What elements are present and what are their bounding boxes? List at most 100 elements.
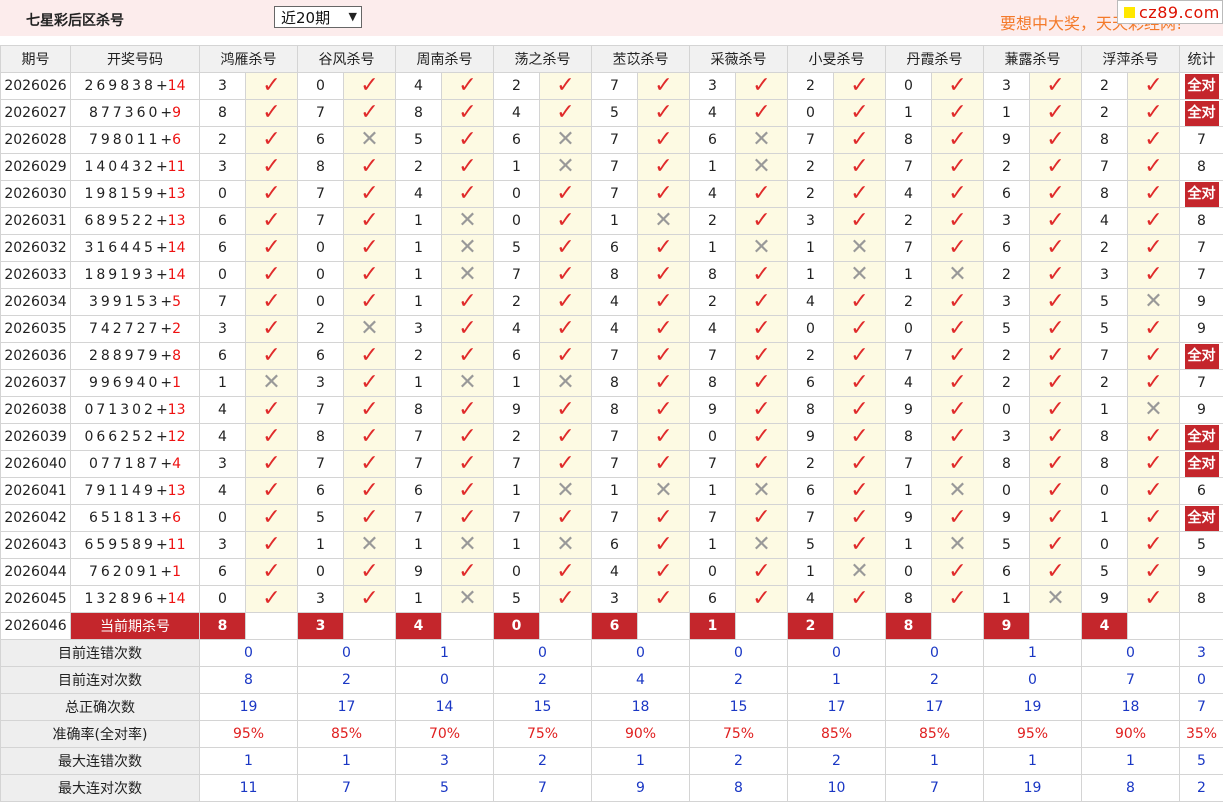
stats-value: 0 bbox=[1081, 639, 1180, 667]
cross-icon: ✕ bbox=[360, 316, 379, 341]
draw-plus-sign: + bbox=[155, 186, 168, 202]
check-icon: ✓ bbox=[654, 154, 673, 179]
result-cell: ✕ bbox=[637, 477, 690, 505]
draw-front-digits: 877360 bbox=[88, 105, 161, 121]
stat-cell: 9 bbox=[1179, 315, 1223, 343]
kill-number-cell: 2 bbox=[493, 72, 540, 100]
draw-number-cell: 132896+14 bbox=[70, 585, 200, 613]
badge-square-icon bbox=[1124, 6, 1135, 18]
kill-number-cell: 9 bbox=[787, 423, 834, 451]
check-icon: ✓ bbox=[850, 73, 869, 98]
draw-number-cell: 689522+13 bbox=[70, 207, 200, 235]
period-select[interactable]: 近20期 ▼ bbox=[274, 6, 362, 28]
result-cell: ✓ bbox=[441, 450, 494, 478]
check-icon: ✓ bbox=[752, 289, 771, 314]
kill-number-cell: 1 bbox=[395, 288, 442, 316]
kill-number-cell: 2 bbox=[689, 207, 736, 235]
cross-icon: ✕ bbox=[556, 532, 575, 557]
draw-back-number: 8 bbox=[172, 348, 182, 364]
col-header-expert[interactable]: 鸿雁杀号 bbox=[199, 45, 298, 73]
col-header-expert[interactable]: 蒹露杀号 bbox=[983, 45, 1082, 73]
col-header-expert[interactable]: 荡之杀号 bbox=[493, 45, 592, 73]
kill-number-cell: 1 bbox=[395, 585, 442, 613]
result-cell: ✓ bbox=[441, 396, 494, 424]
kill-number-cell: 6 bbox=[983, 180, 1030, 208]
stats-value: 17 bbox=[297, 693, 396, 721]
kill-number-cell: 6 bbox=[199, 342, 246, 370]
table-row: 2026043 659589+11 3 ✓ 1 ✕ 1 ✕ 1 ✕ 6 ✓ 1 ✕ 5 ✓ 1 ✕ 5 ✓ 0 ✓ 5 bbox=[0, 531, 1223, 559]
col-header-expert[interactable]: 采薇杀号 bbox=[689, 45, 788, 73]
stats-row: 总正确次数 19 17 14 15 18 15 17 17 19 18 7 bbox=[0, 693, 1223, 721]
col-header-expert[interactable]: 谷风杀号 bbox=[297, 45, 396, 73]
result-cell: ✓ bbox=[735, 369, 788, 397]
site-badge[interactable]: cz89.com bbox=[1117, 0, 1223, 24]
table-row: 2026044 762091+1 6 ✓ 0 ✓ 9 ✓ 0 ✓ 4 ✓ 0 ✓ 1 ✕ 0 ✓ 6 ✓ 5 ✓ 9 bbox=[0, 558, 1223, 586]
current-kill-cell: 8 bbox=[885, 612, 932, 640]
check-icon: ✓ bbox=[948, 451, 967, 476]
col-header-expert[interactable]: 丹霞杀号 bbox=[885, 45, 984, 73]
result-cell: ✓ bbox=[833, 342, 886, 370]
result-cell: ✓ bbox=[539, 234, 592, 262]
check-icon: ✓ bbox=[1144, 451, 1163, 476]
result-cell: ✕ bbox=[539, 531, 592, 559]
result-cell: ✓ bbox=[245, 288, 298, 316]
result-cell: ✕ bbox=[1127, 288, 1180, 316]
check-icon: ✓ bbox=[1144, 532, 1163, 557]
cross-icon: ✕ bbox=[654, 478, 673, 503]
check-icon: ✓ bbox=[360, 262, 379, 287]
col-header-expert[interactable]: 周南杀号 bbox=[395, 45, 494, 73]
draw-front-digits: 189193 bbox=[84, 267, 156, 283]
col-header-expert[interactable]: 苤苡杀号 bbox=[591, 45, 690, 73]
check-icon: ✓ bbox=[948, 289, 967, 314]
stats-total: 35% bbox=[1179, 720, 1223, 748]
kill-number-cell: 4 bbox=[395, 72, 442, 100]
stats-value: 95% bbox=[199, 720, 298, 748]
result-cell: ✕ bbox=[931, 531, 984, 559]
stat-cell: 全对 bbox=[1179, 342, 1223, 370]
check-icon: ✓ bbox=[850, 478, 869, 503]
result-cell: ✕ bbox=[441, 585, 494, 613]
col-header-draw: 开奖号码 bbox=[70, 45, 200, 73]
check-icon: ✓ bbox=[1144, 73, 1163, 98]
cross-icon: ✕ bbox=[556, 127, 575, 152]
kill-number-cell: 3 bbox=[199, 531, 246, 559]
period-cell: 2026026 bbox=[0, 72, 71, 100]
draw-number-cell: 288979+8 bbox=[70, 342, 200, 370]
kill-number-cell: 2 bbox=[493, 423, 540, 451]
result-cell: ✓ bbox=[245, 180, 298, 208]
col-header-expert[interactable]: 浮萍杀号 bbox=[1081, 45, 1180, 73]
stats-value: 0 bbox=[297, 639, 396, 667]
check-icon: ✓ bbox=[458, 343, 477, 368]
kill-number-cell: 1 bbox=[395, 369, 442, 397]
stats-label: 准确率(全对率) bbox=[0, 720, 200, 748]
kill-number-cell: 1 bbox=[493, 153, 540, 181]
check-icon: ✓ bbox=[458, 397, 477, 422]
kill-number-cell: 2 bbox=[787, 72, 834, 100]
check-icon: ✓ bbox=[262, 586, 281, 611]
check-icon: ✓ bbox=[556, 451, 575, 476]
check-icon: ✓ bbox=[948, 343, 967, 368]
kill-number-cell: 1 bbox=[493, 531, 540, 559]
current-kill-spacer bbox=[931, 612, 984, 640]
check-icon: ✓ bbox=[360, 505, 379, 530]
stat-cell: 9 bbox=[1179, 288, 1223, 316]
stats-value: 95% bbox=[983, 720, 1082, 748]
draw-back-number: 5 bbox=[172, 294, 182, 310]
col-header-expert[interactable]: 小旻杀号 bbox=[787, 45, 886, 73]
check-icon: ✓ bbox=[948, 586, 967, 611]
current-kill-spacer bbox=[1029, 612, 1082, 640]
stats-row: 最大连错次数 1 1 3 2 1 2 2 1 1 1 5 bbox=[0, 747, 1223, 775]
current-kill-cell: 8 bbox=[199, 612, 246, 640]
check-icon: ✓ bbox=[850, 154, 869, 179]
result-cell: ✓ bbox=[1127, 234, 1180, 262]
kill-number-cell: 1 bbox=[885, 477, 932, 505]
check-icon: ✓ bbox=[1046, 73, 1065, 98]
result-cell: ✓ bbox=[833, 207, 886, 235]
check-icon: ✓ bbox=[752, 343, 771, 368]
result-cell: ✕ bbox=[441, 261, 494, 289]
cross-icon: ✕ bbox=[1144, 289, 1163, 314]
result-cell: ✓ bbox=[245, 531, 298, 559]
check-icon: ✓ bbox=[1046, 532, 1065, 557]
result-cell: ✓ bbox=[539, 72, 592, 100]
kill-number-cell: 7 bbox=[591, 153, 638, 181]
